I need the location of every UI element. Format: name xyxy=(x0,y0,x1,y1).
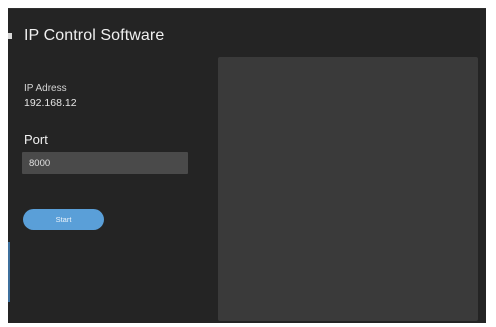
app-title: IP Control Software xyxy=(24,27,165,44)
port-label: Port xyxy=(24,132,48,147)
left-edge-accent xyxy=(8,242,10,302)
port-input[interactable] xyxy=(22,152,188,174)
screenshot-frame: IP Control Software IP Adress 192.168.12… xyxy=(0,0,496,327)
output-panel xyxy=(218,57,478,321)
start-button[interactable]: Start xyxy=(23,209,104,230)
ip-address-label: IP Adress xyxy=(24,83,67,94)
title-marker xyxy=(8,33,12,39)
app-window: IP Control Software IP Adress 192.168.12… xyxy=(8,8,486,323)
ip-address-value: 192.168.12 xyxy=(24,97,77,109)
